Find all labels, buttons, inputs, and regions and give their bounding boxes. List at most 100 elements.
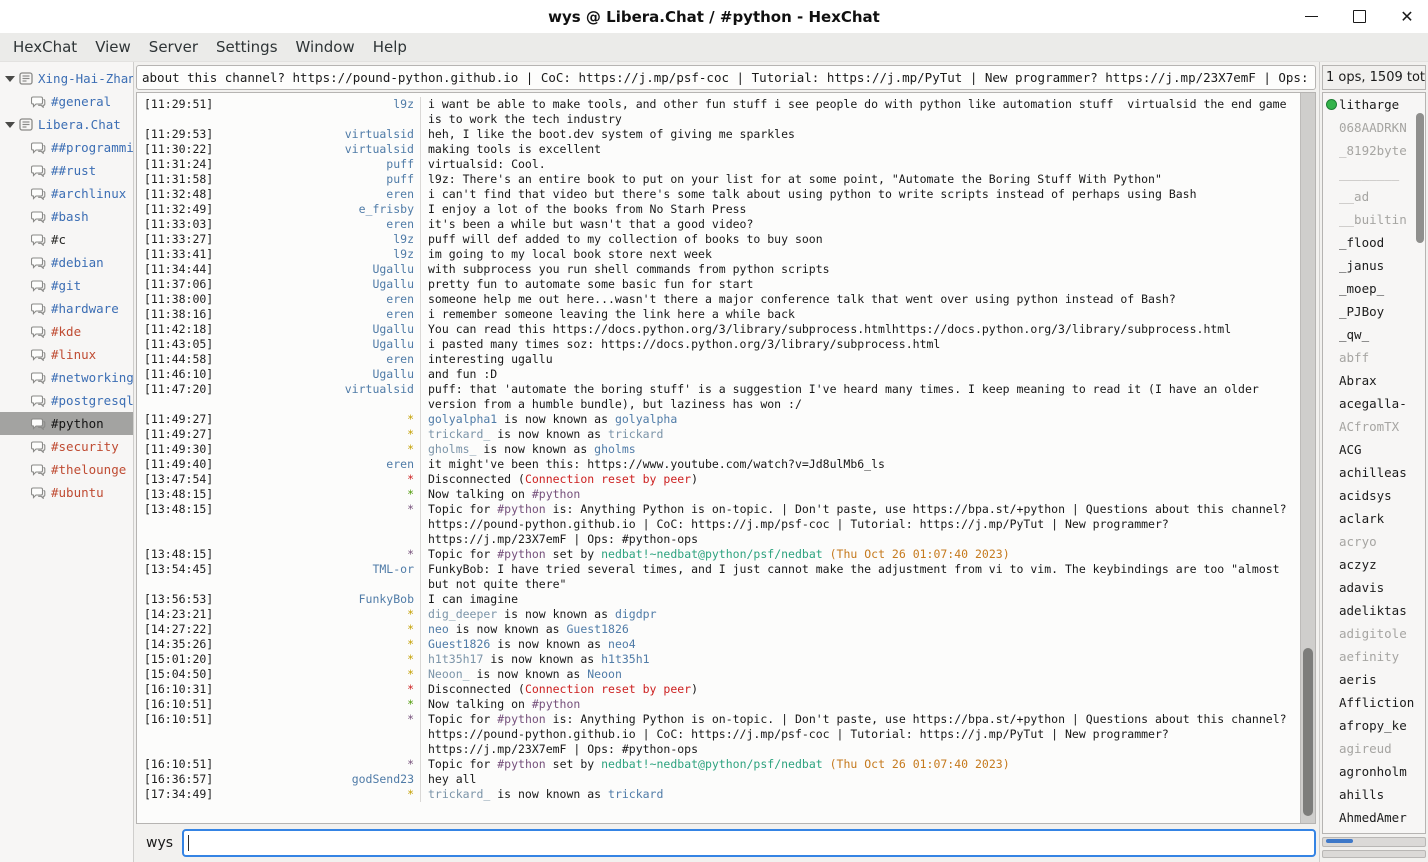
menu-window[interactable]: Window bbox=[287, 38, 364, 56]
title-bar: wys @ Libera.Chat / #python - HexChat ✕ bbox=[0, 0, 1428, 33]
sidebar-item-git[interactable]: #git bbox=[0, 274, 133, 297]
user-list-item[interactable]: aeris bbox=[1323, 668, 1425, 691]
user-list-item[interactable]: __builtin bbox=[1323, 208, 1425, 231]
user-list-item[interactable]: ________ bbox=[1323, 162, 1425, 185]
user-list-item[interactable]: ACfromTX bbox=[1323, 415, 1425, 438]
user-nick: agireud bbox=[1339, 741, 1392, 756]
user-list-item[interactable]: acidsys bbox=[1323, 484, 1425, 507]
user-list-item[interactable]: litharge bbox=[1323, 93, 1425, 116]
user-nick: _PJBoy bbox=[1339, 304, 1384, 319]
sidebar-item-networking[interactable]: #networking bbox=[0, 366, 133, 389]
sidebar-item-linux[interactable]: #linux bbox=[0, 343, 133, 366]
topic-input[interactable]: about this channel? https://pound-python… bbox=[136, 65, 1316, 90]
menu-hexchat[interactable]: HexChat bbox=[4, 38, 86, 56]
user-nick: adigitole bbox=[1339, 626, 1407, 641]
chat-nick: virtualsid bbox=[217, 142, 421, 157]
chat-nick: eren bbox=[217, 217, 421, 232]
expander-down-icon[interactable] bbox=[5, 122, 15, 128]
input-row: wys bbox=[134, 824, 1319, 862]
tree-server-Xing-Hai-Zhang[interactable]: Xing-Hai-Zhang bbox=[0, 67, 133, 90]
user-list-item[interactable]: Abrax bbox=[1323, 369, 1425, 392]
user-list-item[interactable]: __ad bbox=[1323, 185, 1425, 208]
sidebar-item-python[interactable]: #python bbox=[0, 412, 133, 435]
chat-line: [11:49:40]erenit might've been this: htt… bbox=[137, 457, 1301, 472]
channel-icon bbox=[31, 141, 46, 154]
menu-help[interactable]: Help bbox=[364, 38, 416, 56]
chat-nick: FunkyBob bbox=[217, 592, 421, 607]
menu-settings[interactable]: Settings bbox=[207, 38, 287, 56]
chat-timestamp: [11:38:16] bbox=[137, 307, 217, 322]
chat-timestamp: [11:33:41] bbox=[137, 247, 217, 262]
user-list-item[interactable]: ahills bbox=[1323, 783, 1425, 806]
sidebar-item-bash[interactable]: #bash bbox=[0, 205, 133, 228]
sidebar-item-programming[interactable]: ##programming bbox=[0, 136, 133, 159]
chat-line: [11:32:48]ereni can't find that video bu… bbox=[137, 187, 1301, 202]
chat-timestamp: [11:49:40] bbox=[137, 457, 217, 472]
menu-view[interactable]: View bbox=[86, 38, 140, 56]
user-list-item[interactable]: aczyz bbox=[1323, 553, 1425, 576]
chat-nick: * bbox=[217, 637, 421, 652]
userlist-scrollbar-thumb[interactable] bbox=[1416, 113, 1424, 243]
chat-nick: * bbox=[217, 472, 421, 487]
sidebar-item-debian[interactable]: #debian bbox=[0, 251, 133, 274]
sidebar-item-ubuntu[interactable]: #ubuntu bbox=[0, 481, 133, 504]
user-list-item[interactable]: agronholm bbox=[1323, 760, 1425, 783]
user-list-item[interactable]: adigitole bbox=[1323, 622, 1425, 645]
sidebar-item-thelounge[interactable]: #thelounge bbox=[0, 458, 133, 481]
user-list-item[interactable]: 068AADRKN bbox=[1323, 116, 1425, 139]
tree-item-label: #kde bbox=[51, 324, 81, 339]
channel-icon bbox=[31, 256, 46, 269]
message-input[interactable] bbox=[182, 829, 1316, 857]
user-list-item[interactable]: _janus bbox=[1323, 254, 1425, 277]
expander-down-icon[interactable] bbox=[5, 76, 15, 82]
chat-scrollbar-thumb[interactable] bbox=[1303, 648, 1313, 816]
menu-server[interactable]: Server bbox=[140, 38, 207, 56]
chat-timestamp: [13:47:54] bbox=[137, 472, 217, 487]
minimize-button[interactable] bbox=[1302, 8, 1320, 26]
sidebar-item-postgresql[interactable]: #postgresql bbox=[0, 389, 133, 412]
chat-scrollbar[interactable] bbox=[1300, 93, 1315, 823]
sidebar-item-rust[interactable]: ##rust bbox=[0, 159, 133, 182]
chat-nick: * bbox=[217, 712, 421, 757]
chat-message: i pasted many times soz: https://docs.py… bbox=[421, 337, 1301, 352]
user-list-item[interactable]: ACG bbox=[1323, 438, 1425, 461]
chat-line: [11:34:44]Ugalluwith subprocess you run … bbox=[137, 262, 1301, 277]
user-list-item[interactable]: acryo bbox=[1323, 530, 1425, 553]
user-list-item[interactable]: achilleas bbox=[1323, 461, 1425, 484]
chat-message: Topic for #python set by nedbat!~nedbat@… bbox=[421, 757, 1301, 772]
chat-timestamp: [11:29:53] bbox=[137, 127, 217, 142]
user-list-item[interactable]: Affliction bbox=[1323, 691, 1425, 714]
user-list-item[interactable]: acegalla- bbox=[1323, 392, 1425, 415]
user-list-item[interactable]: agireud bbox=[1323, 737, 1425, 760]
close-button[interactable]: ✕ bbox=[1398, 8, 1416, 26]
channel-icon bbox=[31, 187, 46, 200]
tree-server-Libera.Chat[interactable]: Libera.Chat bbox=[0, 113, 133, 136]
maximize-button[interactable] bbox=[1350, 8, 1368, 26]
channel-icon bbox=[31, 440, 46, 453]
chat-timestamp: [11:33:27] bbox=[137, 232, 217, 247]
sidebar-item-c[interactable]: #c bbox=[0, 228, 133, 251]
sidebar-item-security[interactable]: #security bbox=[0, 435, 133, 458]
user-list-item[interactable]: _qw_ bbox=[1323, 323, 1425, 346]
channel-icon bbox=[31, 325, 46, 338]
user-list-item[interactable]: aclark bbox=[1323, 507, 1425, 530]
sidebar-item-general[interactable]: #general bbox=[0, 90, 133, 113]
user-list-item[interactable]: AhmedAmer bbox=[1323, 806, 1425, 829]
user-list-item[interactable]: _8192byte bbox=[1323, 139, 1425, 162]
user-list-item[interactable]: _PJBoy bbox=[1323, 300, 1425, 323]
user-list-item[interactable]: _moep_ bbox=[1323, 277, 1425, 300]
tree-item-label: #python bbox=[51, 416, 104, 431]
sidebar-item-hardware[interactable]: #hardware bbox=[0, 297, 133, 320]
user-list-item[interactable]: afropy_ke bbox=[1323, 714, 1425, 737]
user-nick: 068AADRKN bbox=[1339, 120, 1407, 135]
sidebar-item-kde[interactable]: #kde bbox=[0, 320, 133, 343]
chat-message: Topic for #python is: Anything Python is… bbox=[421, 502, 1301, 547]
chat-nick: * bbox=[217, 547, 421, 562]
sidebar-item-archlinux[interactable]: #archlinux bbox=[0, 182, 133, 205]
chat-message: Disconnected (Connection reset by peer) bbox=[421, 682, 1301, 697]
user-list-item[interactable]: aefinity bbox=[1323, 645, 1425, 668]
user-list-item[interactable]: _flood bbox=[1323, 231, 1425, 254]
user-list-item[interactable]: adeliktas bbox=[1323, 599, 1425, 622]
user-list-item[interactable]: abff bbox=[1323, 346, 1425, 369]
user-list-item[interactable]: adavis bbox=[1323, 576, 1425, 599]
